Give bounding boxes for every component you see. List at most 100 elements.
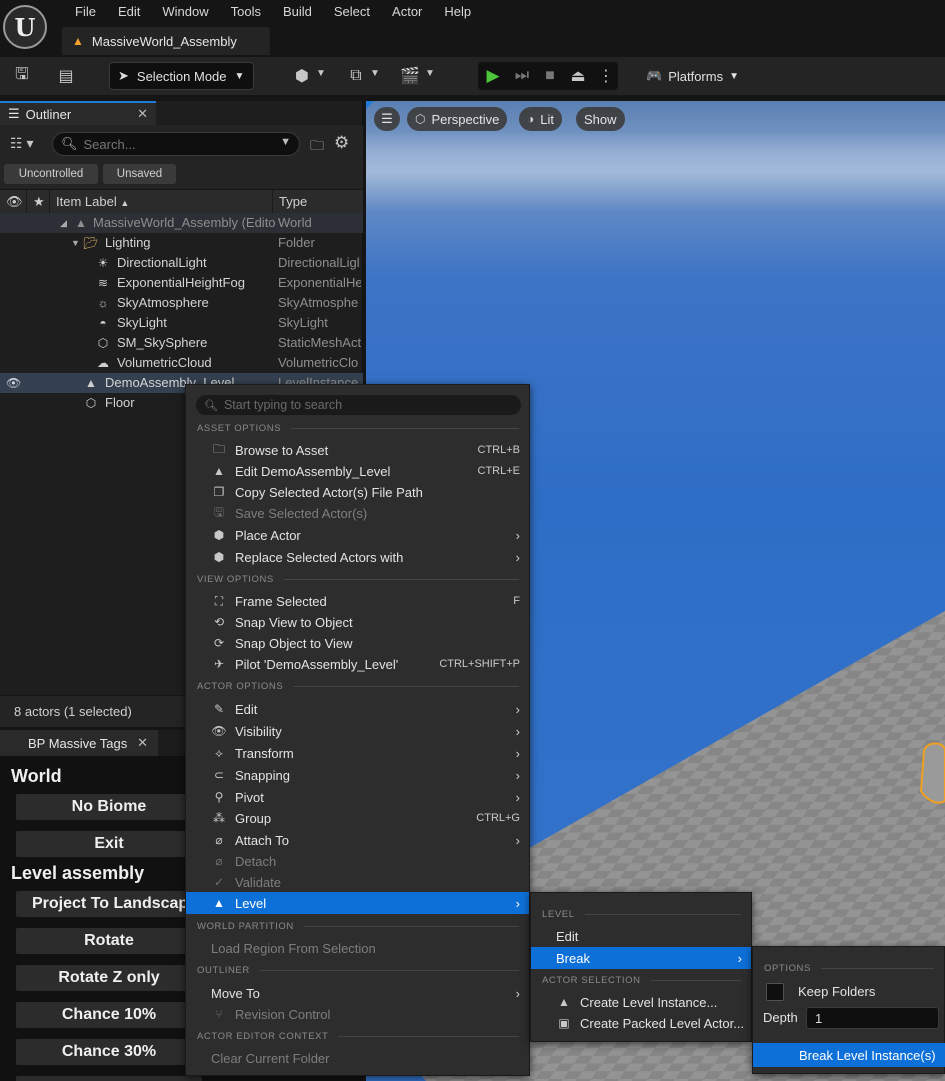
step-icon[interactable]: ⏭	[510, 65, 534, 87]
edit-submenu-item[interactable]: ✎ Edit ›	[186, 698, 529, 720]
create-level-instance-item[interactable]: ▲ Create Level Instance...	[531, 991, 751, 1013]
rotate-button[interactable]: Rotate	[16, 928, 202, 954]
break-level-instance-button[interactable]: Break Level Instance(s)	[753, 1043, 945, 1067]
pivot-submenu-item[interactable]: ⚲ Pivot ›	[186, 786, 529, 808]
level-submenu-item[interactable]: ▲ Level ›	[186, 892, 529, 914]
depth-input[interactable]	[806, 1007, 939, 1029]
bp-massive-tags-tab[interactable]: BP Massive Tags ✕	[0, 730, 158, 756]
gear-icon[interactable]: ⚙	[334, 133, 349, 153]
perspective-button[interactable]: ⬡ Perspective	[407, 107, 508, 131]
attach-to-submenu-item[interactable]: ⌀ Attach To ›	[186, 829, 529, 851]
unsaved-filter-button[interactable]: Unsaved	[103, 164, 176, 184]
rotate-z-only-button[interactable]: Rotate Z only	[16, 965, 202, 991]
blueprint-icon[interactable]: ⧉	[344, 65, 368, 87]
chevron-down-icon[interactable]: ▼	[370, 68, 380, 79]
tree-row[interactable]: ☀ DirectionalLight DirectionalLigl	[0, 253, 363, 273]
visibility-submenu-item[interactable]: 👁 Visibility ›	[186, 720, 529, 742]
place-actor-item[interactable]: ⬢ Place Actor ›	[186, 524, 529, 546]
search-input[interactable]	[83, 136, 284, 152]
lit-button[interactable]: ◑ Lit	[519, 107, 562, 131]
chance-30-button[interactable]: Chance 30%	[16, 1039, 202, 1065]
tree-row-world[interactable]: ◢ ▲ MassiveWorld_Assembly (Edito World	[0, 213, 363, 233]
eject-icon[interactable]: ⏏	[566, 65, 590, 87]
show-label: Show	[584, 111, 617, 127]
menu-help[interactable]: Help	[433, 3, 482, 21]
tree-row[interactable]: ☼ SkyAtmosphere SkyAtmosphe	[0, 293, 363, 313]
menu-select[interactable]: Select	[323, 3, 381, 21]
replace-actors-item[interactable]: ⬢ Replace Selected Actors with ›	[186, 546, 529, 568]
menu-edit[interactable]: Edit	[107, 3, 151, 21]
edit-level-item[interactable]: ▲ Edit DemoAssembly_Level CTRL+E	[186, 460, 529, 482]
viewport-menu-icon[interactable]: ☰	[374, 107, 400, 131]
close-icon[interactable]: ✕	[137, 106, 148, 122]
tree-row[interactable]: ◓ SkyLight SkyLight	[0, 313, 363, 333]
level-edit-item[interactable]: Edit	[531, 925, 751, 947]
frame-selected-item[interactable]: ⛶ Frame Selected F	[186, 590, 529, 612]
context-search-input[interactable]	[223, 398, 514, 412]
project-to-landscape-button[interactable]: Project To Landscape	[16, 891, 202, 917]
copy-file-path-item[interactable]: ❐ Copy Selected Actor(s) File Path	[186, 481, 529, 503]
create-packed-level-actor-item[interactable]: ▣ Create Packed Level Actor...	[531, 1012, 751, 1034]
expand-arrow-icon[interactable]: ◢	[60, 213, 67, 233]
show-button[interactable]: Show	[576, 107, 625, 131]
exit-button[interactable]: Exit	[16, 831, 202, 857]
chevron-down-icon[interactable]: ▼	[280, 136, 291, 148]
partial-button[interactable]	[16, 1076, 202, 1081]
tree-row[interactable]: ⬡ SM_SkySphere StaticMeshAct	[0, 333, 363, 353]
type-column[interactable]: Type	[272, 190, 363, 214]
filter-icon[interactable]: ☷ ▾	[10, 135, 33, 152]
transform-submenu-item[interactable]: ⟡ Transform ›	[186, 742, 529, 764]
detach-item[interactable]: ⌀ Detach	[186, 850, 529, 872]
menu-tools[interactable]: Tools	[220, 3, 272, 21]
menu-file[interactable]: File	[64, 3, 107, 21]
tree-row-label: SkyAtmosphere	[117, 295, 209, 310]
close-icon[interactable]: ✕	[137, 735, 148, 751]
add-folder-icon[interactable]: 🗀	[310, 135, 324, 159]
expand-arrow-icon[interactable]: ▼	[71, 233, 80, 253]
browse-content-icon[interactable]: ▤	[54, 65, 78, 87]
group-item[interactable]: ⁂ Group CTRL+G	[186, 807, 529, 829]
validate-item[interactable]: ✓ Validate	[186, 871, 529, 893]
menu-actor[interactable]: Actor	[381, 3, 433, 21]
item-label-column[interactable]: Item Label ▲	[49, 190, 272, 214]
save-selected-item[interactable]: 🖫 Save Selected Actor(s)	[186, 502, 529, 524]
snap-view-item[interactable]: ⟲ Snap View to Object	[186, 611, 529, 633]
viewport-focus-corner	[366, 101, 374, 109]
snapping-submenu-item[interactable]: ⊂ Snapping ›	[186, 764, 529, 786]
chevron-down-icon: ▼	[729, 70, 739, 82]
snap-object-item[interactable]: ⟳ Snap Object to View	[186, 632, 529, 654]
uncontrolled-filter-button[interactable]: Uncontrolled	[4, 164, 98, 184]
tree-row[interactable]: ≋ ExponentialHeightFog ExponentialHe	[0, 273, 363, 293]
level-tab[interactable]: ▲ MassiveWorld_Assembly	[62, 27, 270, 55]
menu-build[interactable]: Build	[272, 3, 323, 21]
revision-control-item[interactable]: ⑂ Revision Control	[186, 1003, 529, 1025]
save-icon[interactable]: 🖫	[10, 65, 34, 87]
chevron-down-icon[interactable]: ▼	[425, 68, 435, 79]
tree-row-type: VolumetricClo	[278, 355, 359, 370]
pin-column-icon[interactable]: ★	[26, 190, 49, 214]
pilot-item[interactable]: ✈ Pilot 'DemoAssembly_Level' CTRL+SHIFT+…	[186, 653, 529, 675]
menu-window[interactable]: Window	[151, 3, 219, 21]
platforms-dropdown[interactable]: 🎮 Platforms ▼	[646, 62, 739, 90]
no-biome-button[interactable]: No Biome	[16, 794, 202, 820]
load-region-item[interactable]: Load Region From Selection	[186, 937, 529, 959]
keep-folders-checkbox[interactable]	[766, 983, 784, 1001]
play-icon[interactable]: ▶	[481, 65, 505, 87]
chance-10-button[interactable]: Chance 10%	[16, 1002, 202, 1028]
tree-row[interactable]: ☁ VolumetricCloud VolumetricClo	[0, 353, 363, 373]
break-submenu-item[interactable]: Break ›	[531, 947, 751, 969]
move-to-submenu-item[interactable]: Move To ›	[186, 982, 529, 1004]
clear-current-folder-item[interactable]: Clear Current Folder	[186, 1047, 529, 1069]
cinematics-icon[interactable]: 🎬	[398, 65, 422, 87]
visibility-column-icon[interactable]: 👁	[0, 190, 26, 214]
more-options-icon[interactable]: ⋮	[594, 65, 618, 87]
selection-mode-dropdown[interactable]: ➤ Selection Mode ▼	[109, 62, 254, 90]
chevron-down-icon[interactable]: ▼	[316, 68, 326, 79]
tree-row-folder[interactable]: ▼ 📂︎ Lighting Folder	[0, 233, 363, 253]
add-actor-icon[interactable]: ⬢	[290, 65, 314, 87]
stop-icon[interactable]: ■	[538, 65, 562, 87]
visibility-eye-icon[interactable]: 👁	[6, 373, 21, 393]
browse-to-asset-item[interactable]: 🗀 Browse to Asset CTRL+B	[186, 439, 529, 461]
outliner-tab[interactable]: ☰ Outliner ✕	[0, 101, 156, 125]
unreal-logo-icon[interactable]: U	[3, 5, 47, 49]
